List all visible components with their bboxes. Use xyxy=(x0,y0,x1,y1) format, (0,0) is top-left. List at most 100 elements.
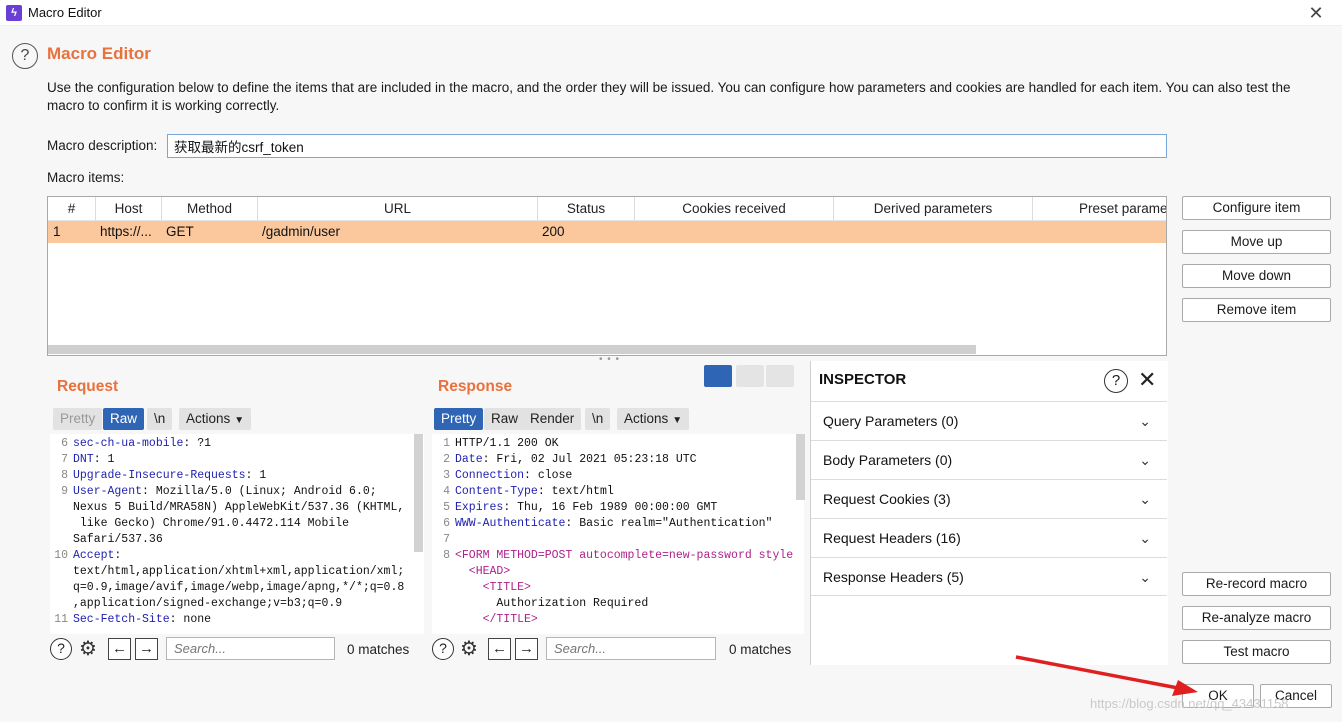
code-line: Connection: close xyxy=(455,469,573,482)
column-header-number[interactable]: # xyxy=(48,197,96,221)
configure-item-button[interactable]: Configure item xyxy=(1182,196,1331,220)
request-scrollbar[interactable] xyxy=(414,434,423,552)
request-help-icon[interactable]: ? xyxy=(50,638,72,660)
response-tab-newline[interactable]: \n xyxy=(585,408,611,430)
header-value: <TITLE> xyxy=(455,581,531,594)
header-name: User-Agent xyxy=(73,485,143,498)
code-line: Authorization Required xyxy=(455,597,648,610)
column-header-host[interactable]: Host xyxy=(96,197,162,221)
column-header-status[interactable]: Status xyxy=(538,197,635,221)
column-header-preset-parameters[interactable]: Preset parame xyxy=(1033,197,1166,221)
code-line: WWW-Authenticate: Basic realm="Authentic… xyxy=(455,517,773,530)
header-value: q=0.9,image/avif,image/webp,image/apng,*… xyxy=(73,581,405,594)
code-line: like Gecko) Chrome/91.0.4472.114 Mobile xyxy=(73,517,349,530)
request-actions-menu[interactable]: Actions ▼ xyxy=(179,408,252,430)
line-number: 5 xyxy=(443,501,450,514)
macro-description-input[interactable] xyxy=(167,134,1167,158)
horizontal-scrollbar[interactable] xyxy=(48,345,976,354)
request-editor[interactable]: 6 sec-ch-ua-mobile: ?1 7 DNT: 1 8 Upgrade-Ins… xyxy=(50,434,424,634)
inspector-section-request-cookies[interactable]: Request Cookies (3) ⌄ xyxy=(811,479,1167,518)
macro-description-label: Macro description: xyxy=(47,138,158,153)
code-line: </TITLE> xyxy=(455,613,538,626)
code-line: Content-Type: text/html xyxy=(455,485,614,498)
page-description: Use the configuration below to define th… xyxy=(47,80,1291,113)
request-tab-pretty[interactable]: Pretty xyxy=(53,408,103,430)
remove-item-button[interactable]: Remove item xyxy=(1182,298,1331,322)
header-value: Basic realm="Authentication" xyxy=(572,517,773,530)
inspector-close-icon[interactable]: ✕ xyxy=(1138,367,1156,393)
request-tab-newline[interactable]: \n xyxy=(147,408,173,430)
header-value: <FORM METHOD=POST autocomplete=new-passw… xyxy=(455,549,794,562)
response-tab-pretty[interactable]: Pretty xyxy=(434,408,484,430)
response-search-input[interactable] xyxy=(546,637,716,660)
column-header-derived-parameters[interactable]: Derived parameters xyxy=(834,197,1033,221)
response-tab-render[interactable]: Render xyxy=(523,408,582,430)
cell-host: https://... xyxy=(100,224,152,239)
side-by-side-layout-icon[interactable] xyxy=(704,365,732,387)
code-line: <HEAD> xyxy=(455,565,510,578)
header-value: Fri, 02 Jul 2021 05:23:18 UTC xyxy=(489,453,697,466)
response-scrollbar[interactable] xyxy=(796,434,805,500)
chevron-down-icon: ▼ xyxy=(672,415,683,426)
header-value: text/html xyxy=(544,485,614,498)
response-help-icon[interactable]: ? xyxy=(432,638,454,660)
inspector-help-icon[interactable]: ? xyxy=(1104,369,1128,393)
table-row[interactable]: 1 https://... GET /gadmin/user 200 xyxy=(48,221,1166,243)
stacked-layout-icon[interactable] xyxy=(736,365,764,387)
line-number: 2 xyxy=(443,453,450,466)
column-header-method[interactable]: Method xyxy=(162,197,258,221)
response-forward-arrow-icon[interactable]: → xyxy=(515,638,538,660)
inspector-section-body-parameters[interactable]: Body Parameters (0) ⌄ xyxy=(811,440,1167,479)
request-search-input[interactable] xyxy=(166,637,335,660)
line-number: 8 xyxy=(443,549,450,562)
header-name: sec-ch-ua-mobile xyxy=(73,437,184,450)
response-panel-title: Response xyxy=(438,378,513,395)
chevron-down-icon: ⌄ xyxy=(1139,413,1151,429)
request-settings-gear-icon[interactable]: ⚙ xyxy=(77,638,99,660)
reanalyze-macro-button[interactable]: Re-analyze macro xyxy=(1182,606,1331,630)
header-value: close xyxy=(530,469,573,482)
request-tab-raw[interactable]: Raw xyxy=(103,408,145,430)
header-name: Accept xyxy=(73,549,115,562)
code-line: HTTP/1.1 200 OK xyxy=(455,437,559,450)
header-value: Thu, 16 Feb 1989 00:00:00 GMT xyxy=(510,501,718,514)
line-number: 1 xyxy=(443,437,450,450)
response-editor[interactable]: 1 HTTP/1.1 200 OK 2 Date: Fri, 02 Jul 2021 … xyxy=(432,434,804,634)
header-value: ?1 xyxy=(190,437,212,450)
header-value: Authorization Required xyxy=(455,597,649,610)
response-tab-raw[interactable]: Raw xyxy=(484,408,526,430)
macro-items-table[interactable]: # Host Method URL Status Cookies receive… xyxy=(47,196,1167,356)
response-actions-menu[interactable]: Actions ▼ xyxy=(617,408,690,430)
request-forward-arrow-icon[interactable]: → xyxy=(135,638,158,660)
column-header-cookies-received[interactable]: Cookies received xyxy=(635,197,834,221)
header-value: none xyxy=(176,613,212,626)
line-number: 7 xyxy=(443,533,450,546)
splitter-handle[interactable]: • • • xyxy=(599,354,620,365)
code-line: User-Agent: Mozilla/5.0 (Linux; Android … xyxy=(73,485,377,498)
inspector-section-request-headers[interactable]: Request Headers (16) ⌄ xyxy=(811,518,1167,557)
code-line: sec-ch-ua-mobile: ?1 xyxy=(73,437,212,450)
inspector-title: INSPECTOR xyxy=(819,371,907,388)
tabs-layout-icon[interactable] xyxy=(766,365,794,387)
request-back-arrow-icon[interactable]: ← xyxy=(108,638,131,660)
help-icon[interactable]: ? xyxy=(12,43,38,69)
move-up-button[interactable]: Move up xyxy=(1182,230,1331,254)
header-value: 1 xyxy=(252,469,267,482)
header-value: <HEAD> xyxy=(455,565,511,578)
column-header-url[interactable]: URL xyxy=(258,197,538,221)
header-value: 1 xyxy=(100,453,115,466)
header-name: Expires xyxy=(455,501,504,514)
response-back-arrow-icon[interactable]: ← xyxy=(488,638,511,660)
code-line: Date: Fri, 02 Jul 2021 05:23:18 UTC xyxy=(455,453,697,466)
inspector-section-response-headers[interactable]: Response Headers (5) ⌄ xyxy=(811,557,1167,596)
window-close-icon[interactable]: ✕ xyxy=(1296,2,1336,24)
inspector-section-query-parameters[interactable]: Query Parameters (0) ⌄ xyxy=(811,401,1167,440)
response-settings-gear-icon[interactable]: ⚙ xyxy=(458,638,480,660)
code-line: Upgrade-Insecure-Requests: 1 xyxy=(73,469,267,482)
code-line: DNT: 1 xyxy=(73,453,115,466)
move-down-button[interactable]: Move down xyxy=(1182,264,1331,288)
annotation-arrow-icon xyxy=(1015,655,1198,696)
chevron-down-icon: ▼ xyxy=(234,415,245,426)
rerecord-macro-button[interactable]: Re-record macro xyxy=(1182,572,1331,596)
page-title: Macro Editor xyxy=(47,44,151,63)
